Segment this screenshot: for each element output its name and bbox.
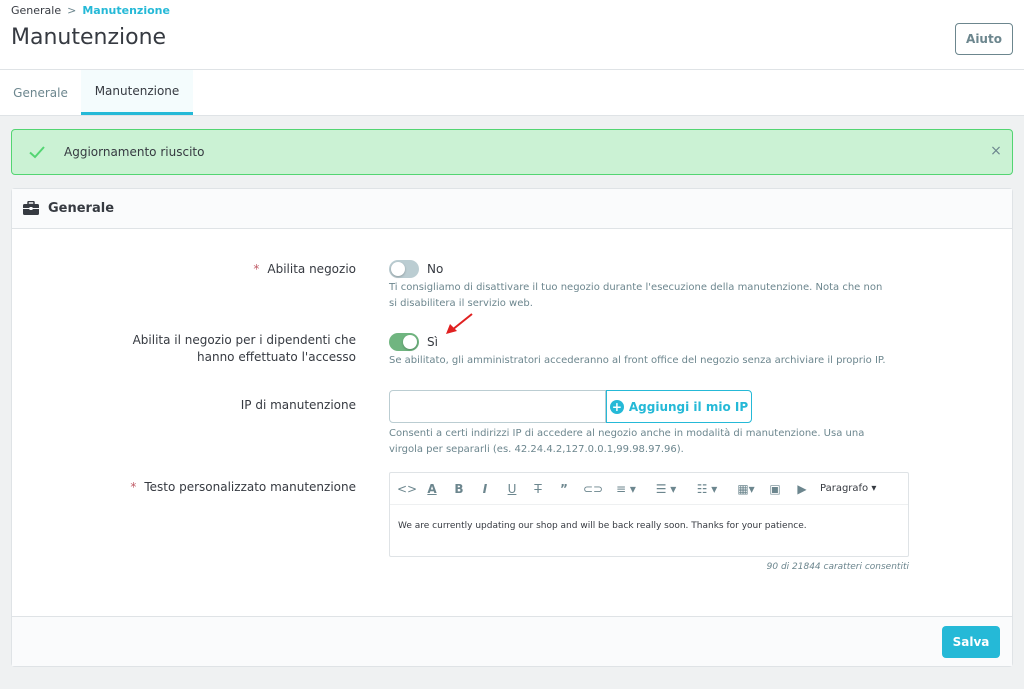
toggle-knob: [403, 335, 417, 349]
underline-icon[interactable]: U: [504, 481, 520, 497]
enable-logged-in-toggle[interactable]: [389, 333, 419, 351]
breadcrumb-current: Manutenzione: [82, 4, 170, 17]
check-icon: [29, 146, 45, 159]
bold-icon[interactable]: B: [451, 481, 467, 497]
maintenance-ip-label: IP di manutenzione: [240, 398, 356, 412]
bullet-list-icon[interactable]: ☰ ▾: [650, 481, 682, 497]
tab-generale[interactable]: Generale: [0, 70, 81, 115]
settings-panel: Generale * Abilita negozio No Ti consigli…: [11, 188, 1013, 667]
link-icon[interactable]: ⊂⊃: [583, 481, 603, 497]
numbered-list-icon[interactable]: ☷ ▾: [691, 481, 723, 497]
tab-bar: Generale Manutenzione: [0, 70, 1024, 116]
code-icon[interactable]: <>: [397, 481, 417, 497]
enable-shop-label: * Abilita negozio: [253, 262, 356, 276]
breadcrumb-separator: >: [67, 4, 77, 17]
required-mark: *: [253, 262, 260, 276]
breadcrumb: Generale > Manutenzione: [11, 4, 170, 17]
rich-text-editor[interactable]: <> A B I U T ” ⊂⊃ ≡ ▾ ☰ ▾ ☷ ▾ ▦▾ ▣ ▶ Par…: [389, 472, 909, 557]
italic-icon[interactable]: I: [477, 481, 493, 497]
save-button[interactable]: Salva: [942, 626, 1000, 658]
enable-shop-help: Ti consigliamo di disattivare il tuo neg…: [389, 282, 883, 309]
alert-message: Aggiornamento riuscito: [64, 145, 205, 159]
panel-footer: Salva: [12, 616, 1012, 666]
quote-icon[interactable]: ”: [556, 481, 572, 497]
character-counter: 90 di 21844 caratteri consentiti: [766, 562, 909, 572]
toolbox-icon: [23, 201, 39, 215]
editor-toolbar: <> A B I U T ” ⊂⊃ ≡ ▾ ☰ ▾ ☷ ▾ ▦▾ ▣ ▶ Par…: [390, 473, 908, 505]
annotation-arrow-icon: [446, 313, 473, 334]
enable-shop-toggle[interactable]: [389, 260, 419, 278]
image-icon[interactable]: ▣: [767, 481, 783, 497]
panel-title: Generale: [48, 201, 115, 216]
strikethrough-icon[interactable]: T: [530, 481, 546, 497]
enable-logged-in-label: Abilita il negozio per i dipendenti che …: [132, 333, 356, 364]
maintenance-ip-input[interactable]: [389, 390, 606, 423]
video-icon[interactable]: ▶: [794, 481, 810, 497]
page-title: Manutenzione: [11, 25, 167, 50]
enable-logged-in-help: Se abilitato, gli amministratori acceder…: [389, 355, 886, 366]
format-dropdown[interactable]: Paragrafo ▾: [820, 481, 882, 497]
page-header: Generale > Manutenzione Manutenzione Aiuto: [0, 0, 1024, 70]
plus-circle-icon: +: [609, 399, 624, 414]
enable-logged-in-state: Sì: [427, 335, 438, 349]
maintenance-text-label: * Testo personalizzato manutenzione: [130, 480, 356, 494]
tab-manutenzione[interactable]: Manutenzione: [81, 70, 193, 115]
success-alert: Aggiornamento riuscito ×: [11, 129, 1013, 175]
add-my-ip-button[interactable]: + Aggiungi il mio IP: [606, 390, 752, 423]
table-icon[interactable]: ▦▾: [733, 481, 759, 497]
enable-shop-state: No: [427, 262, 444, 276]
align-icon[interactable]: ≡ ▾: [611, 481, 641, 497]
close-icon[interactable]: ×: [988, 143, 1004, 159]
toggle-knob: [391, 262, 405, 276]
panel-header: Generale: [12, 189, 1012, 229]
breadcrumb-parent[interactable]: Generale: [11, 4, 61, 17]
editor-content[interactable]: We are currently updating our shop and w…: [398, 521, 807, 531]
text-color-icon[interactable]: A: [424, 481, 440, 497]
required-mark: *: [130, 480, 137, 494]
help-button[interactable]: Aiuto: [955, 23, 1013, 55]
add-my-ip-label: Aggiungi il mio IP: [628, 399, 749, 414]
maintenance-ip-help: Consenti a certi indirizzi IP di acceder…: [389, 428, 865, 455]
